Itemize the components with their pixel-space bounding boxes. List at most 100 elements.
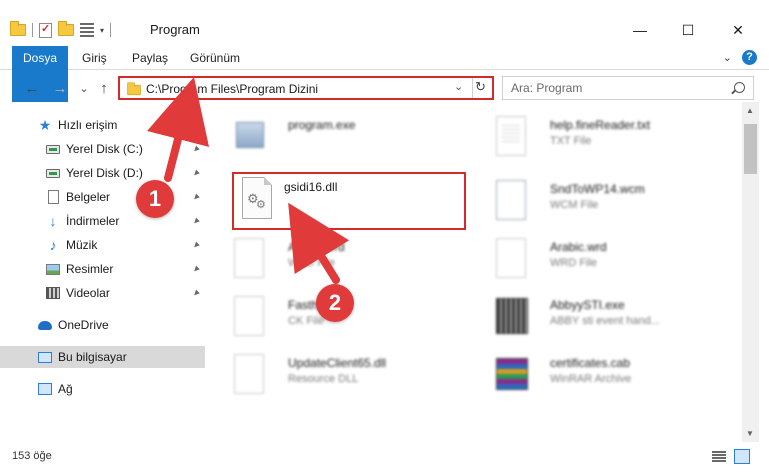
sidebar-item-quick-access[interactable]: ★ Hızlı erişim: [0, 114, 205, 136]
file-type: WCM File: [550, 199, 599, 211]
file-name: certificates.cab: [550, 356, 631, 370]
properties-icon[interactable]: [39, 22, 52, 38]
navigation-bar: ← → ⌄ ↑ C:\Program Files\Program Dizini …: [0, 74, 769, 102]
file-list[interactable]: program.exe help.fineReader.txt TXT File…: [210, 102, 742, 442]
search-icon[interactable]: [734, 82, 745, 93]
file-name: gsidi16.dll: [284, 180, 338, 194]
sidebar-item-onedrive[interactable]: OneDrive: [0, 314, 205, 336]
pin-icon[interactable]: ▼: [190, 262, 203, 275]
navigation-pane: ★ Hızlı erişim Yerel Disk (C:) ▼ Yerel D…: [0, 108, 205, 442]
downloads-icon: ↓: [49, 213, 57, 229]
file-item[interactable]: UpdateClient65.dll Resource DLL: [210, 346, 460, 402]
quick-access-toolbar: ▾: [10, 18, 112, 42]
new-folder-icon[interactable]: [58, 21, 74, 36]
file-item[interactable]: Arabic.wrd WRD File: [210, 230, 460, 286]
sidebar-item-network[interactable]: Ağ: [0, 378, 205, 400]
file-name: UpdateClient65.dll: [288, 356, 387, 370]
file-item[interactable]: program.exe: [210, 108, 460, 164]
file-type: ABBY sti event hand...: [550, 315, 660, 327]
pin-icon[interactable]: ▼: [190, 166, 203, 179]
tab-paylas[interactable]: Paylaş: [132, 46, 168, 70]
scroll-thumb[interactable]: [744, 124, 757, 174]
up-button[interactable]: ↑: [94, 78, 114, 98]
pictures-icon: [46, 263, 60, 275]
view-icon[interactable]: [80, 23, 94, 37]
search-input[interactable]: [511, 80, 711, 96]
file-type: WRD File: [288, 257, 336, 269]
sidebar-item-label: İndirmeler: [66, 214, 120, 228]
sidebar-item-this-pc[interactable]: Bu bilgisayar: [0, 346, 205, 368]
address-dropdown-icon[interactable]: ⌄: [454, 80, 463, 93]
winrar-archive-icon: [492, 352, 530, 396]
sidebar-item-local-disk-d[interactable]: Yerel Disk (D:) ▼: [0, 162, 205, 184]
sidebar-item-label: Resimler: [66, 262, 114, 276]
folder-icon[interactable]: [10, 21, 26, 36]
sidebar-item-music[interactable]: ♪ Müzik ▼: [0, 234, 205, 256]
documents-icon: [47, 190, 59, 204]
music-icon: ♪: [49, 237, 57, 253]
sidebar-item-label: Yerel Disk (D:): [66, 166, 143, 180]
expand-ribbon-icon[interactable]: ⌄: [723, 51, 732, 64]
help-icon[interactable]: ?: [742, 50, 757, 65]
address-bar[interactable]: C:\Program Files\Program Dizini ⌄ ↻: [118, 76, 494, 100]
address-path[interactable]: C:\Program Files\Program Dizini: [146, 82, 318, 96]
file-item[interactable]: certificates.cab WinRAR Archive: [472, 346, 722, 402]
large-icons-view-icon[interactable]: [734, 449, 750, 464]
tab-gorunum[interactable]: Görünüm: [190, 46, 240, 70]
file-type: WRD File: [550, 257, 598, 269]
sidebar-item-label: Videolar: [66, 286, 110, 300]
sidebar-item-label: Belgeler: [66, 190, 111, 204]
sidebar-item-label: Hızlı erişim: [58, 118, 118, 132]
pin-icon[interactable]: ▼: [190, 238, 203, 251]
star-icon: ★: [38, 117, 52, 133]
refresh-icon[interactable]: ↻: [475, 79, 486, 95]
title-bar: ▾ Program — ☐ ✕: [0, 0, 769, 44]
sidebar-item-documents[interactable]: Belgeler ▼: [0, 186, 205, 208]
status-bar: 153 öğe: [0, 446, 769, 468]
disk-icon: [46, 168, 60, 178]
gear-icon: ⚙: [256, 199, 266, 211]
file-name: program.exe: [288, 118, 356, 132]
dll-file-icon: [230, 352, 268, 396]
sidebar-item-videos[interactable]: Videolar ▼: [0, 282, 205, 304]
wrd-file-icon: [492, 236, 530, 280]
file-item[interactable]: help.fineReader.txt TXT File: [472, 108, 722, 164]
search-box[interactable]: [502, 76, 754, 100]
scroll-down-icon[interactable]: ▼: [746, 429, 754, 438]
step2-badge: 2: [316, 284, 354, 322]
vertical-scrollbar[interactable]: ▲ ▼: [742, 102, 759, 442]
close-button[interactable]: ✕: [718, 18, 758, 42]
scroll-up-icon[interactable]: ▲: [746, 106, 754, 115]
recent-locations-icon[interactable]: ⌄: [74, 78, 94, 98]
sidebar-item-downloads[interactable]: ↓ İndirmeler ▼: [0, 210, 205, 232]
network-icon: [38, 383, 52, 395]
pin-icon[interactable]: ▼: [190, 214, 203, 227]
customize-toolbar-icon[interactable]: ▾: [100, 26, 104, 35]
file-item[interactable]: SndToWP14.wcm WCM File: [472, 172, 722, 228]
maximize-button[interactable]: ☐: [668, 18, 708, 42]
file-item[interactable]: Arabic.wrd WRD File: [472, 230, 722, 286]
file-type: CK File: [288, 315, 325, 327]
details-view-icon[interactable]: [712, 451, 726, 462]
abbyy-exe-icon: [492, 294, 530, 338]
back-button[interactable]: ←: [22, 78, 42, 98]
file-type: WinRAR Archive: [550, 373, 632, 385]
sidebar-item-local-disk-c[interactable]: Yerel Disk (C:) ▼: [0, 138, 205, 160]
wcm-file-icon: [492, 178, 530, 222]
wrd-file-icon: [230, 236, 268, 280]
blurred-file-tiles: program.exe help.fineReader.txt TXT File…: [210, 102, 742, 442]
text-file-icon: [492, 114, 530, 158]
pin-icon[interactable]: ▼: [190, 286, 203, 299]
sidebar-item-pictures[interactable]: Resimler ▼: [0, 258, 205, 280]
minimize-button[interactable]: —: [620, 18, 660, 42]
tab-giris[interactable]: Giriş: [82, 46, 107, 70]
dll-settings-file-icon: ⚙ ⚙: [242, 177, 272, 219]
pin-icon[interactable]: ▼: [190, 190, 203, 203]
pin-icon[interactable]: ▼: [190, 142, 203, 155]
forward-button[interactable]: →: [50, 78, 70, 98]
file-item[interactable]: AbbyySTI.exe ABBY sti event hand...: [472, 288, 722, 344]
folder-icon: [127, 82, 141, 96]
highlighted-file-item[interactable]: ⚙ ⚙ gsidi16.dll: [232, 172, 466, 230]
sidebar-item-label: Yerel Disk (C:): [66, 142, 143, 156]
ck-file-icon: [230, 294, 268, 338]
